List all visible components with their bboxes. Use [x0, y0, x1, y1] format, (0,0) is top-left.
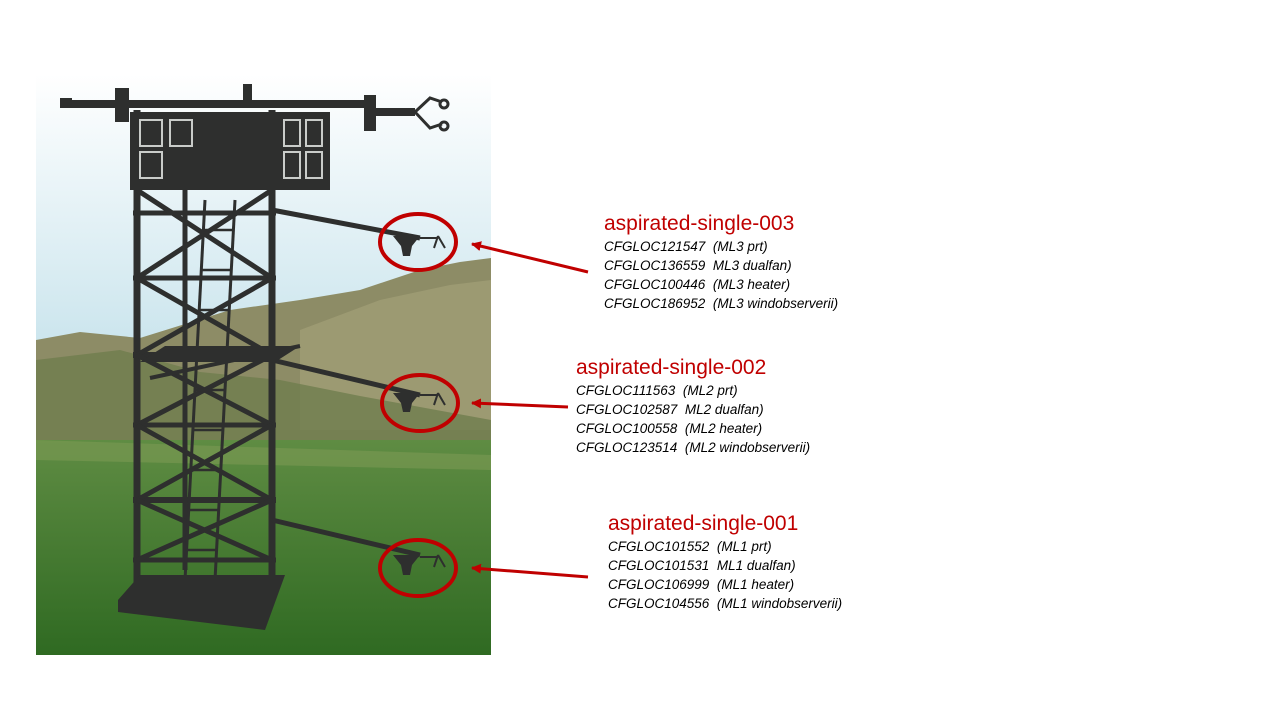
sensor-line: CFGLOC100558 (ML2 heater): [576, 419, 810, 438]
sensor-line: CFGLOC102587 ML2 dualfan): [576, 400, 810, 419]
sensor-id: CFGLOC102587: [576, 402, 678, 417]
location-label-002: aspirated-single-002 CFGLOC111563 (ML2 p…: [576, 355, 810, 457]
mid-platform: [140, 346, 300, 362]
sensor-desc: (ML1 heater): [716, 577, 795, 592]
sensor-line: CFGLOC106999 (ML1 heater): [608, 575, 842, 594]
sensor-id: CFGLOC136559: [604, 258, 706, 273]
location-title: aspirated-single-001: [608, 512, 799, 535]
sensor-id: CFGLOC100446: [604, 277, 706, 292]
sensor-id: CFGLOC123514: [576, 440, 678, 455]
sensor-line: CFGLOC101531 ML1 dualfan): [608, 556, 842, 575]
sensor-desc: (ML2 prt): [682, 383, 738, 398]
sensor-line: CFGLOC123514 (ML2 windobserverii): [576, 438, 810, 457]
location-label-001: aspirated-single-001 CFGLOC101552 (ML1 p…: [608, 511, 842, 613]
sensor-line: CFGLOC121547 (ML3 prt): [604, 237, 838, 256]
sensor-id: CFGLOC121547: [604, 239, 706, 254]
sensor-desc: (ML3 heater): [712, 277, 791, 292]
sensor-id: CFGLOC106999: [608, 577, 710, 592]
sensor-id: CFGLOC111563: [576, 383, 676, 398]
sensor-desc: (ML1 prt): [716, 539, 772, 554]
sensor-desc: (ML3 prt): [712, 239, 768, 254]
sensor-id: CFGLOC101552: [608, 539, 710, 554]
sensor-desc: (ML1 windobserverii): [716, 596, 843, 611]
sensor-line: CFGLOC100446 (ML3 heater): [604, 275, 838, 294]
sensor-desc: ML1 dualfan): [716, 558, 796, 573]
sensor-line: CFGLOC111563 (ML2 prt): [576, 381, 810, 400]
sensor-desc: (ML2 heater): [684, 421, 763, 436]
sensor-desc: ML2 dualfan): [684, 402, 764, 417]
sensor-line: CFGLOC104556 (ML1 windobserverii): [608, 594, 842, 613]
location-title: aspirated-single-002: [576, 356, 767, 379]
sensor-id: CFGLOC186952: [604, 296, 706, 311]
sensor-line: CFGLOC101552 (ML1 prt): [608, 537, 842, 556]
location-label-003: aspirated-single-003 CFGLOC121547 (ML3 p…: [604, 211, 838, 313]
sensor-desc: (ML3 windobserverii): [712, 296, 839, 311]
location-title: aspirated-single-003: [604, 212, 795, 235]
sensor-id: CFGLOC104556: [608, 596, 710, 611]
sensor-id: CFGLOC100558: [576, 421, 678, 436]
sensor-line: CFGLOC136559 ML3 dualfan): [604, 256, 838, 275]
sensor-desc: ML3 dualfan): [712, 258, 792, 273]
sensor-id: CFGLOC101531: [608, 558, 710, 573]
sensor-desc: (ML2 windobserverii): [684, 440, 811, 455]
sensor-line: CFGLOC186952 (ML3 windobserverii): [604, 294, 838, 313]
